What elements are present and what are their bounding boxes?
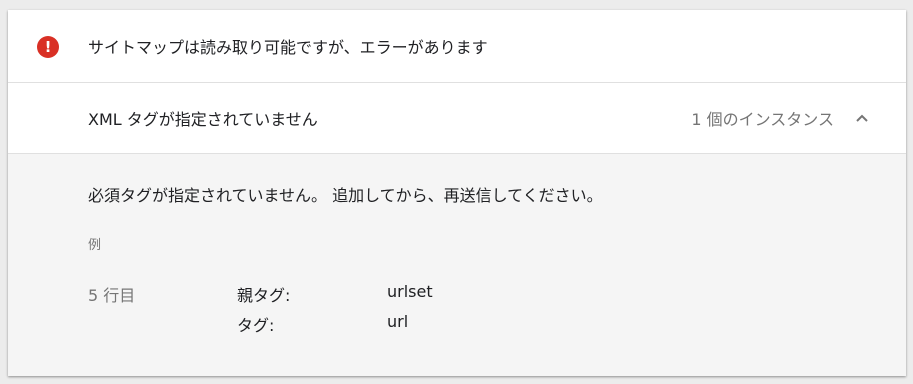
- issue-title: XML タグが指定されていません: [88, 110, 318, 129]
- tag-label: タグ:: [237, 316, 275, 335]
- issue-details: 必須タグが指定されていません。 追加してから、再送信してください。 例 5 行目…: [8, 154, 906, 376]
- instance-count: 1 個のインスタンス: [691, 110, 834, 129]
- status-row: ! サイトマップは読み取り可能ですが、エラーがあります: [8, 10, 906, 83]
- issue-header[interactable]: XML タグが指定されていません 1 個のインスタンス: [8, 82, 906, 154]
- example-label: 例: [88, 238, 102, 253]
- line-number: 5 行目: [88, 286, 136, 305]
- chevron-up-icon[interactable]: [854, 110, 870, 126]
- status-message: サイトマップは読み取り可能ですが、エラーがあります: [88, 38, 488, 57]
- parent-tag-label: 親タグ:: [237, 286, 291, 305]
- parent-tag-value: urlset: [387, 282, 433, 301]
- tag-value: url: [387, 312, 409, 331]
- details-message: 必須タグが指定されていません。 追加してから、再送信してください。: [88, 186, 603, 205]
- error-icon: !: [37, 36, 59, 58]
- sitemap-error-card: ! サイトマップは読み取り可能ですが、エラーがあります XML タグが指定されて…: [8, 10, 906, 376]
